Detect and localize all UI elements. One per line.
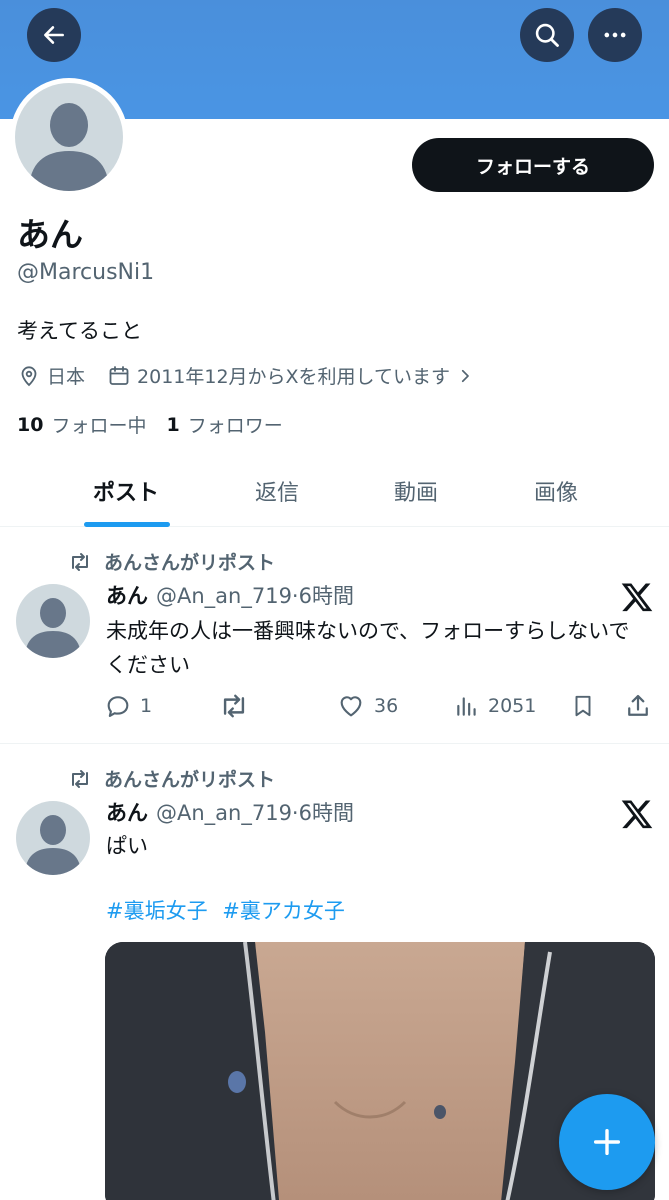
tab-replies[interactable]: 返信 xyxy=(224,455,330,527)
following-link[interactable]: 10 フォロー中 xyxy=(17,411,146,438)
repost-indicator: あんさんがリポスト xyxy=(68,548,275,575)
post-header: あん @An_an_719·6時間 xyxy=(106,797,354,827)
author-name[interactable]: あん xyxy=(106,797,148,827)
follow-button[interactable]: フォローする xyxy=(412,138,654,192)
calendar-icon xyxy=(107,364,131,388)
repost-button[interactable] xyxy=(218,688,258,724)
author-name[interactable]: あん xyxy=(106,580,148,610)
profile-meta: 日本 2011年12月からXを利用しています xyxy=(17,362,480,389)
repost-icon xyxy=(218,692,250,720)
view-count: 2051 xyxy=(488,695,537,717)
hashtags: #裏垢女子 #裏アカ女子 xyxy=(106,895,353,925)
profile-tabs: ポスト 返信 動画 画像 xyxy=(0,455,669,527)
hashtag-link[interactable]: #裏垢女子 xyxy=(106,899,208,923)
tab-posts[interactable]: ポスト xyxy=(0,455,252,527)
like-count: 36 xyxy=(374,695,399,717)
location-icon xyxy=(17,364,41,388)
repost-icon xyxy=(68,768,92,790)
post-text: 未成年の人は一番興味ないので、フォローすらしないでください xyxy=(106,619,630,677)
repost-label[interactable]: あんさんがリポスト xyxy=(104,548,275,575)
joined-date[interactable]: 2011年12月からXを利用しています xyxy=(137,362,450,389)
display-name: あん xyxy=(17,215,83,254)
profile-avatar[interactable] xyxy=(10,78,128,196)
repost-indicator: あんさんがリポスト xyxy=(68,765,275,792)
location-text: 日本 xyxy=(47,366,86,388)
followers-label: フォロワー xyxy=(187,415,283,437)
share-button[interactable] xyxy=(624,688,660,724)
views-button[interactable]: 2051 xyxy=(454,688,536,724)
tab-replies-label: 返信 xyxy=(254,481,299,506)
tab-posts-label: ポスト xyxy=(92,481,159,506)
more-horizontal-icon xyxy=(604,32,626,38)
followers-link[interactable]: 1 フォロワー xyxy=(166,411,282,438)
bookmark-button[interactable] xyxy=(570,688,604,724)
compose-button[interactable] xyxy=(559,1094,655,1190)
search-icon xyxy=(535,23,559,47)
post-header: あん @An_an_719·6時間 xyxy=(106,580,354,610)
bookmark-icon xyxy=(570,692,596,720)
tab-images[interactable]: 画像 xyxy=(503,455,609,527)
follow-stats: 10 フォロー中 1 フォロワー xyxy=(17,411,283,438)
default-avatar-icon xyxy=(15,83,123,191)
tab-images-label: 画像 xyxy=(533,481,578,506)
profile-bio: 考えてること xyxy=(17,319,142,343)
reply-count: 1 xyxy=(140,695,153,717)
following-label: フォロー中 xyxy=(51,415,147,437)
post-actions: 1 36 2051 xyxy=(104,688,654,724)
reply-icon xyxy=(104,692,132,720)
repost-icon xyxy=(68,551,92,573)
post-avatar[interactable] xyxy=(16,801,90,875)
tab-videos-label: 動画 xyxy=(393,481,438,506)
arrow-left-icon xyxy=(44,26,64,44)
author-meta: @An_an_719·6時間 xyxy=(156,801,354,825)
hashtag-link[interactable]: #裏アカ女子 xyxy=(222,899,345,923)
author-meta: @An_an_719·6時間 xyxy=(156,584,354,608)
search-button[interactable] xyxy=(520,8,574,62)
post[interactable]: あんさんがリポスト あん @An_an_719·6時間 未成年の人は一番興味ない… xyxy=(0,528,669,744)
following-count: 10 xyxy=(17,413,44,436)
followers-count: 1 xyxy=(166,413,180,436)
tab-videos[interactable]: 動画 xyxy=(363,455,469,527)
plus-icon xyxy=(593,1128,621,1156)
x-logo-icon xyxy=(620,797,654,831)
repost-label[interactable]: あんさんがリポスト xyxy=(104,765,275,792)
reply-button[interactable]: 1 xyxy=(104,688,152,724)
x-logo-icon xyxy=(620,580,654,614)
active-tab-indicator xyxy=(84,522,170,527)
more-button[interactable] xyxy=(588,8,642,62)
back-button[interactable] xyxy=(27,8,81,62)
post-text: ぱい xyxy=(106,834,148,858)
post-avatar[interactable] xyxy=(16,584,90,658)
heart-icon xyxy=(336,692,366,720)
user-handle: @MarcusNi1 xyxy=(17,260,155,285)
analytics-icon xyxy=(454,692,480,720)
share-icon xyxy=(624,692,652,720)
like-button[interactable]: 36 xyxy=(336,688,398,724)
chevron-right-icon[interactable] xyxy=(456,367,474,385)
